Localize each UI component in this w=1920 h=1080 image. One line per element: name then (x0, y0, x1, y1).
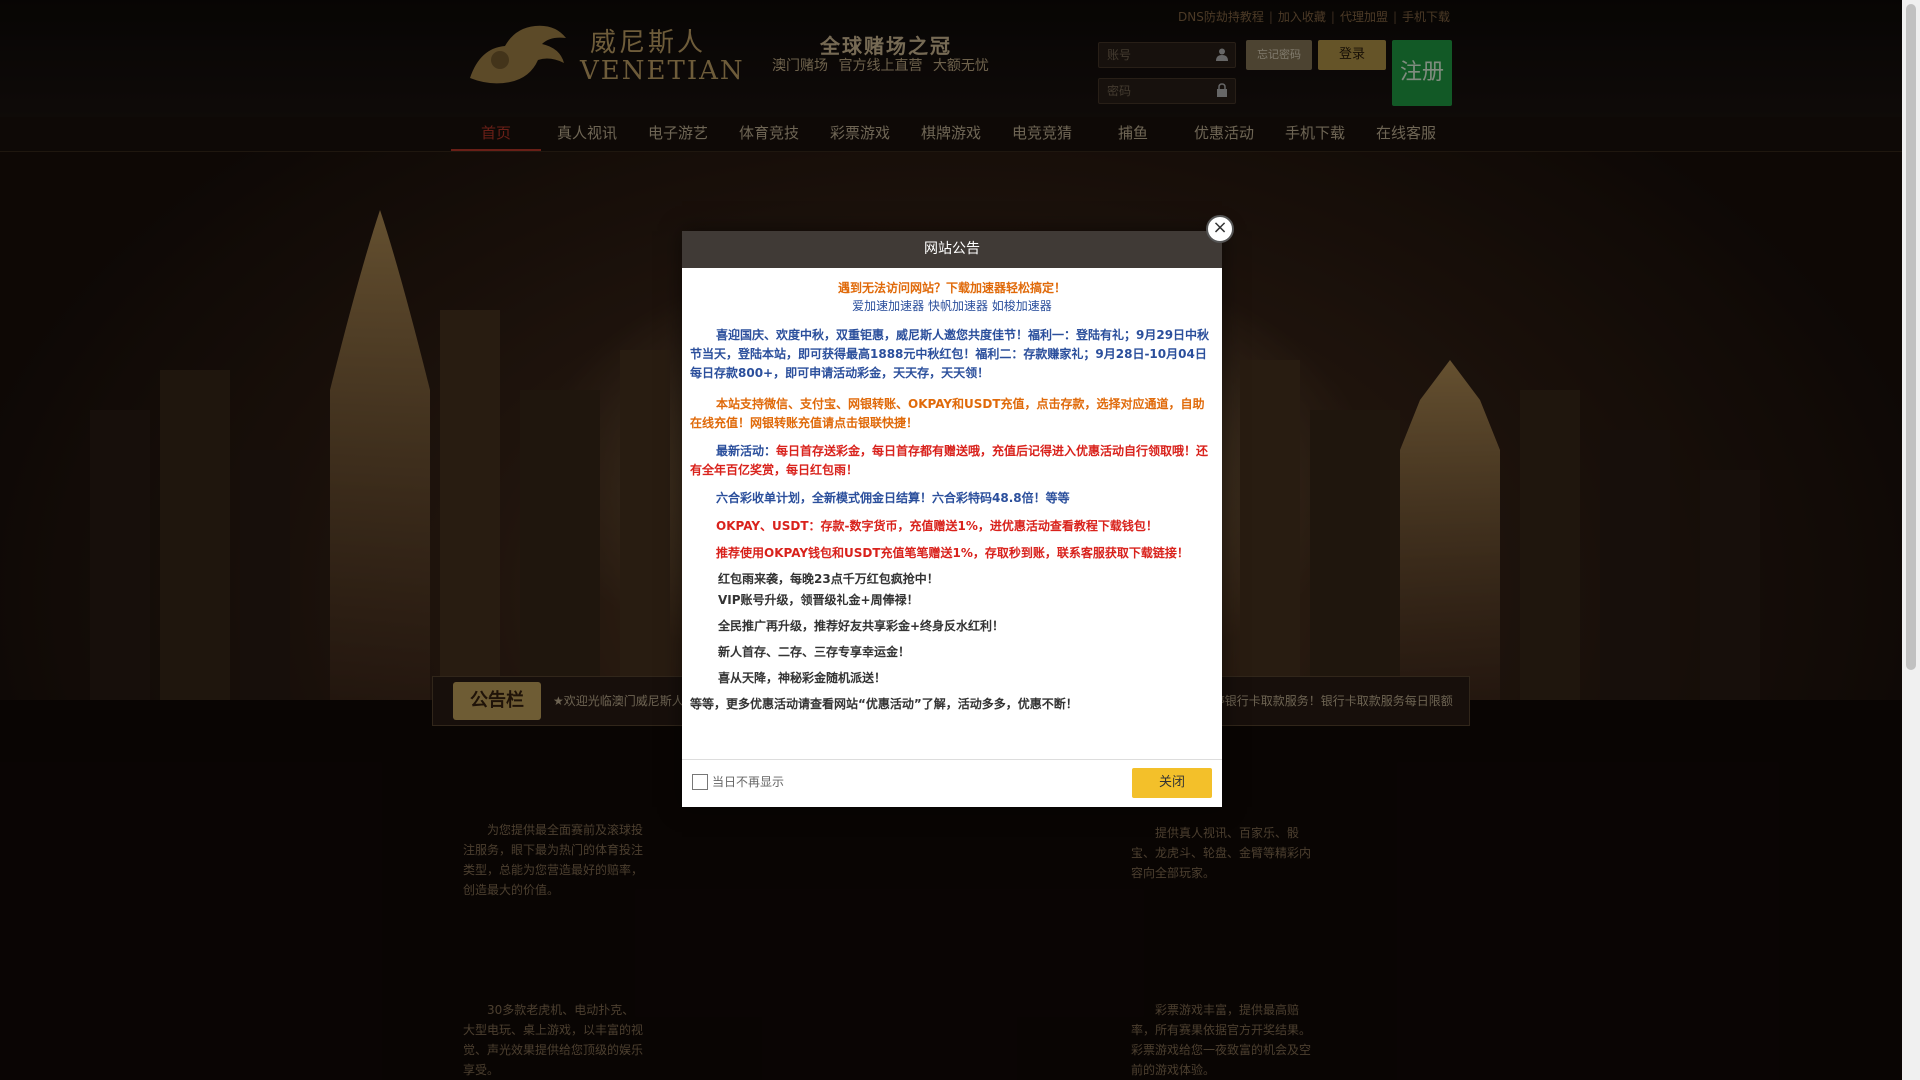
dont-show-today-label[interactable]: 当日不再显示 (712, 773, 784, 790)
bonus-line-3: 全民推广再升级，推荐好友共享彩金+终身反水红利！ (718, 619, 1005, 633)
latest-activity: 最新活动：每日首存送彩金，每日首存都有赠送哦，充值后记得进入优惠活动自行领取哦！… (690, 442, 1214, 480)
close-button[interactable]: 关闭 (1132, 768, 1212, 798)
holiday-promo-text: 喜迎国庆、欢度中秋，双重钜惠，威尼斯人邀您共度佳节！福利一：登陆有礼；9月29日… (690, 328, 1210, 380)
bonus-line-5: 喜从天降，神秘彩金随机派送！ (718, 671, 887, 685)
announcement-modal: 网站公告 × 遇到无法访问网站？下载加速器轻松搞定！ 爱加速加速器 快帆加速器 … (682, 215, 1234, 808)
payment-methods-text: 本站支持微信、支付宝、网银转账、OKPAY和USDT充值，点击存款，选择对应通道… (690, 397, 1205, 430)
dont-show-today-checkbox[interactable] (692, 774, 708, 790)
okpay-recommend-text: 推荐使用OKPAY钱包和USDT充值笔笔赠送1%，存取秒到账，联系客服获取下载链… (716, 546, 1189, 560)
accelerator-heading: 遇到无法访问网站？下载加速器轻松搞定！ (837, 281, 1066, 295)
latest-activity-label: 最新活动： (716, 444, 777, 458)
footer-note: 等等，更多优惠活动请查看网站“优惠活动”了解，活动多多，优惠不断！ (690, 697, 1078, 711)
scrollbar-thumb[interactable] (1906, 4, 1916, 670)
bonus-line-2: VIP账号升级，领晋级礼金+周俸禄！ (718, 593, 919, 607)
bonus-line-1: 红包雨来袭，每晚23点千万红包疯抢中！ (718, 572, 939, 586)
modal-footer: 当日不再显示 关闭 (682, 759, 1222, 808)
page-background: 威尼斯人 VENETIAN 全球赌场之冠 澳门赌场 官方线上直营 大额无忧 DN… (0, 0, 1902, 1080)
modal-title: 网站公告 (682, 231, 1222, 268)
vertical-scrollbar[interactable] (1902, 0, 1920, 1080)
close-icon[interactable]: × (1206, 215, 1234, 243)
okpay-usdt-text: OKPAY、USDT：存款-数字货币，充值赠送1%，进优惠活动查看教程下载钱包！ (716, 519, 1158, 533)
mark-six-text: 六合彩收单计划，全新模式佣金日结算！六合彩特码48.8倍！等等 (716, 491, 1070, 505)
bonus-line-4: 新人首存、二存、三存专享幸运金！ (718, 645, 911, 659)
accelerator-links[interactable]: 爱加速加速器 快帆加速器 如梭加速器 (690, 297, 1214, 316)
